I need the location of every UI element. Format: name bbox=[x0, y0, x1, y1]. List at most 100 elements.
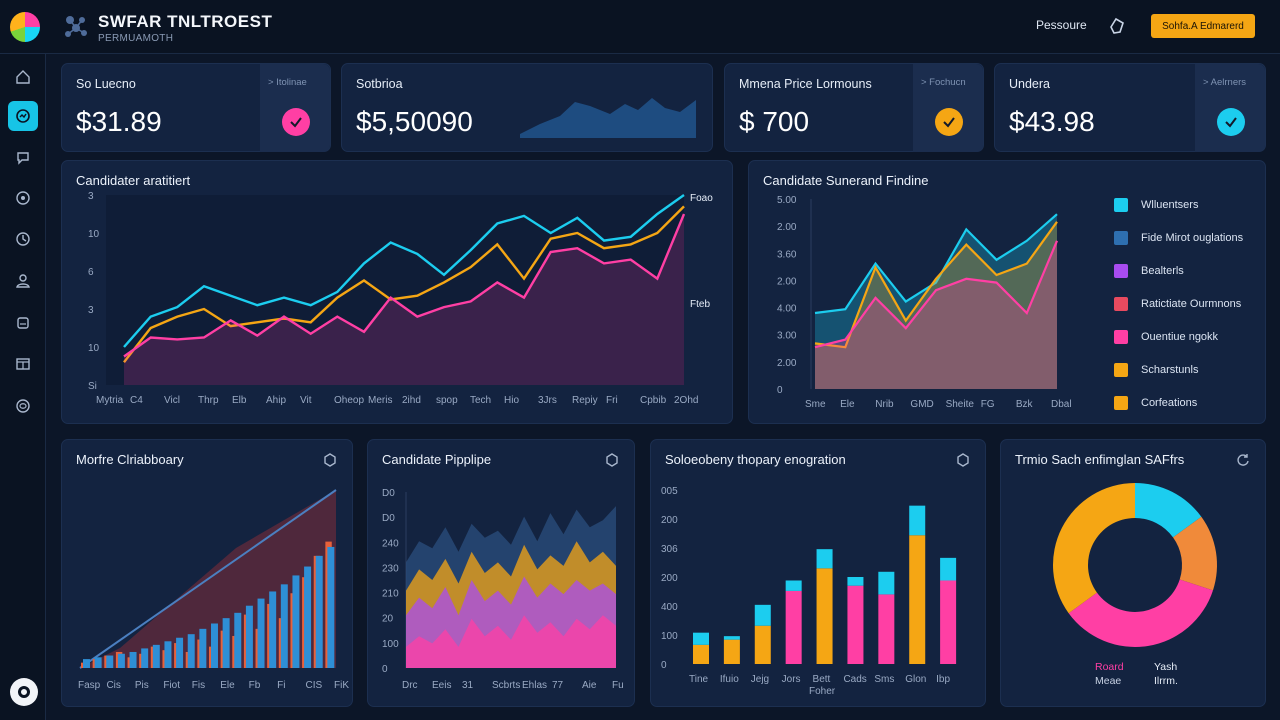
bar bbox=[292, 575, 300, 668]
x-tick-label: FG bbox=[981, 399, 995, 410]
help-icon bbox=[18, 686, 30, 698]
legend-item[interactable]: Bealterls bbox=[1114, 254, 1264, 287]
bar bbox=[269, 591, 277, 668]
y-tick-label: 10 bbox=[88, 229, 100, 240]
stacked-bar-segment bbox=[909, 535, 926, 664]
stacked-bar-segment bbox=[693, 644, 709, 664]
area-chart[interactable]: 5.00 2.00 3.60 2.00 4.00 3.00 2.00 0 Sme Ele Nrib G… bbox=[749, 161, 1099, 425]
chart-legend: Wlluentsers Fide Mirot ouglations Bealte… bbox=[1114, 188, 1264, 419]
notification-icon[interactable] bbox=[1106, 15, 1128, 37]
bar bbox=[152, 644, 160, 668]
brand-title: SWFAR TNLTROEST bbox=[98, 12, 273, 31]
sidebar-item-target[interactable] bbox=[8, 183, 38, 213]
sidebar-item-user[interactable] bbox=[8, 266, 38, 296]
stacked-area-chart[interactable]: D0 D0 240 230 210 20 100 0 Drc Eeis 31 Scbrts Ehlas 7… bbox=[368, 440, 636, 708]
x-tick-label: 2ihd bbox=[402, 395, 421, 406]
x-tick-label: Sms bbox=[874, 674, 894, 685]
bar bbox=[211, 623, 218, 668]
kpi-side-label[interactable]: > Itolinae bbox=[268, 77, 307, 88]
sidebar-item-clock[interactable] bbox=[8, 224, 38, 254]
y-tick-label: D0 bbox=[382, 488, 395, 499]
bar bbox=[280, 584, 288, 668]
sidebar-item-globe[interactable] bbox=[8, 391, 38, 421]
stacked-bar-segment bbox=[754, 625, 771, 664]
sidebar-item-home[interactable] bbox=[8, 62, 38, 92]
kpi-title: Sotbrioa bbox=[356, 77, 403, 91]
sidebar-item-table[interactable] bbox=[8, 349, 38, 379]
legend-item[interactable]: Ratictiate Ourmnons bbox=[1114, 287, 1264, 320]
x-tick-label: GMD bbox=[910, 399, 933, 410]
kpi-value: $ 700 bbox=[739, 106, 810, 137]
x-tick-label: Tech bbox=[470, 395, 491, 406]
bar bbox=[315, 555, 323, 668]
bar bbox=[187, 634, 195, 668]
funnel-chart-panel: Morfre Clriabboary Fasp Cis Pis Fiot Fis Ele F… bbox=[61, 439, 353, 707]
donut-slice bbox=[1053, 483, 1135, 614]
x-tick-label: Nrib bbox=[875, 399, 894, 410]
x-tick-label: 3Jrs bbox=[538, 395, 557, 406]
clock-icon bbox=[16, 232, 30, 246]
legend-item[interactable]: Wlluentsers bbox=[1114, 188, 1264, 221]
x-tick-label: CIS bbox=[306, 680, 323, 691]
bar bbox=[129, 651, 137, 668]
y-tick-label: 0 bbox=[661, 660, 667, 671]
pipeline-chart-panel: Candidate Pipplipe D0 D0 240 230 210 20 100 0 Dr… bbox=[367, 439, 635, 707]
sidebar-item-document[interactable] bbox=[8, 308, 38, 338]
stacked-bar-segment bbox=[940, 557, 957, 581]
legend-item[interactable]: Fide Mirot ouglations bbox=[1114, 221, 1264, 254]
legend-item[interactable]: Corfeations bbox=[1114, 386, 1264, 419]
stacked-bar-segment bbox=[723, 639, 740, 664]
y-tick-label: 210 bbox=[382, 589, 399, 600]
kpi-side-label[interactable]: > Aelrners bbox=[1203, 77, 1246, 88]
sidebar-item-dashboard[interactable] bbox=[8, 101, 38, 131]
bar-area-chart[interactable]: Fasp Cis Pis Fiot Fis Ele Fb Fi CIS FiK bbox=[62, 440, 354, 708]
series-end-label: Fteb bbox=[690, 299, 711, 310]
help-button[interactable] bbox=[10, 678, 38, 706]
x-tick-label: Aie bbox=[582, 680, 597, 691]
top-link[interactable]: Pessoure bbox=[1036, 18, 1087, 32]
bar bbox=[327, 546, 335, 668]
y-tick-label: 4.00 bbox=[777, 304, 797, 315]
stacked-bar-segment bbox=[693, 632, 709, 645]
kpi-side-label[interactable]: > Fochucn bbox=[921, 77, 966, 88]
donut-chart[interactable] bbox=[1001, 440, 1267, 708]
x-tick-label: Ehlas bbox=[522, 680, 547, 691]
primary-action-button[interactable]: Sohfa.A Edmarerd bbox=[1151, 14, 1255, 38]
series-end-label: Foao bbox=[690, 193, 713, 204]
x-tick-label: Vit bbox=[300, 395, 312, 406]
stacked-bar-segment bbox=[940, 580, 957, 664]
kpi-title: Mmena Price Lormouns bbox=[739, 77, 872, 91]
legend-item[interactable]: Scharstunls bbox=[1114, 353, 1264, 386]
bar bbox=[117, 653, 125, 668]
x-tick-label: Glon bbox=[905, 674, 926, 685]
bar bbox=[234, 612, 242, 668]
x-tick-label: Ele bbox=[220, 680, 235, 691]
x-tick-label: Sheite bbox=[946, 399, 975, 410]
bar bbox=[176, 637, 184, 668]
line-chart[interactable]: Si 10 3 6 10 3 Mytria C4 Vicl Thrp Elb Ahip Vit Oheop… bbox=[62, 161, 734, 425]
donut-label: Yash Ilrrm. bbox=[1154, 661, 1178, 687]
x-tick-label: Repiy bbox=[572, 395, 598, 406]
stacked-bar-chart[interactable]: 005 200 306 200 400 100 0 Tine Ifuio Jejg Jors Bett… bbox=[651, 440, 987, 708]
legend-item[interactable]: Ouentiue ngokk bbox=[1114, 320, 1264, 353]
bar bbox=[83, 659, 90, 668]
y-tick-label: 200 bbox=[661, 573, 678, 584]
kpi-side-panel: > Itolinae bbox=[260, 64, 330, 152]
x-tick-label: 2Ohd bbox=[674, 395, 698, 406]
donut-chart-panel: Trmio Sach enfimglan SAFfrs Roard Meae Ya… bbox=[1000, 439, 1266, 707]
x-tick-label: 31 bbox=[462, 680, 474, 691]
x-tick-label: Bett bbox=[813, 674, 831, 685]
stacked-bar-segment bbox=[847, 585, 864, 664]
app-logo[interactable] bbox=[10, 12, 40, 42]
y-tick-label: D0 bbox=[382, 513, 395, 524]
kpi-title: Undera bbox=[1009, 77, 1050, 91]
stacked-bar-segment bbox=[754, 604, 771, 626]
x-tick-label: Jejg bbox=[751, 674, 769, 685]
sidebar-item-chat[interactable] bbox=[8, 142, 38, 172]
y-tick-label: 005 bbox=[661, 486, 678, 497]
stacked-bar-segment bbox=[816, 568, 833, 664]
y-tick-label: 3.60 bbox=[777, 249, 797, 260]
donut-label: Roard Meae bbox=[1095, 661, 1124, 687]
bar bbox=[164, 641, 172, 668]
y-tick-label: 0 bbox=[382, 664, 388, 675]
